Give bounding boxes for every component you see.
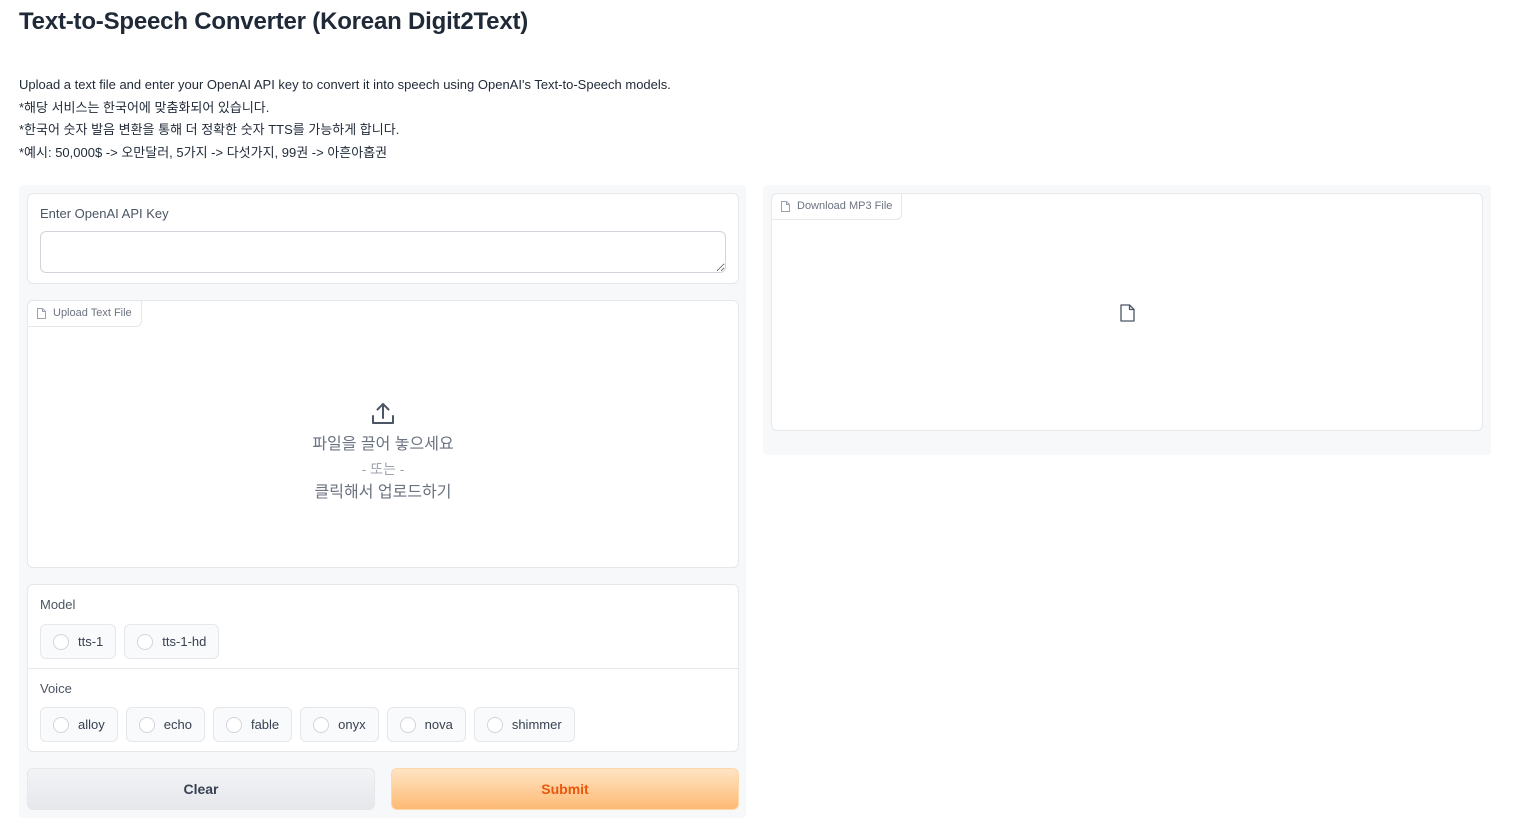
submit-button[interactable]: Submit bbox=[391, 768, 739, 810]
upload-or-text: - 또는 - bbox=[361, 461, 405, 477]
voice-option-fable[interactable]: fable bbox=[212, 707, 293, 742]
description-line: Upload a text file and enter your OpenAI… bbox=[19, 77, 671, 92]
upload-drop-text: 파일을 끌어 놓으세요 bbox=[312, 436, 454, 453]
input-panel: Enter OpenAI API Key Upload Text File 파일… bbox=[19, 185, 746, 818]
download-tab-label: Download MP3 File bbox=[797, 200, 893, 212]
model-radio-group: tts-1 tts-1-hd bbox=[40, 624, 220, 659]
radio-label: echo bbox=[163, 717, 192, 732]
page-title: Text-to-Speech Converter (Korean Digit2T… bbox=[19, 8, 529, 35]
model-option-tts-1-hd[interactable]: tts-1-hd bbox=[124, 624, 220, 659]
description: Upload a text file and enter your OpenAI… bbox=[19, 74, 671, 164]
radio-button[interactable] bbox=[137, 633, 154, 650]
divider bbox=[28, 668, 738, 669]
voice-radio-group: alloy echo fable onyx nova shimmer bbox=[40, 707, 575, 742]
upload-instructions: 파일을 끌어 놓으세요 - 또는 - 클릭해서 업로드하기 bbox=[28, 401, 738, 505]
voice-label: Voice bbox=[40, 681, 72, 696]
model-label: Model bbox=[40, 597, 76, 612]
radio-button[interactable] bbox=[53, 716, 69, 733]
description-line: *한국어 숫자 발음 변환을 통해 더 정확한 숫자 TTS를 가능하게 합니다… bbox=[19, 122, 400, 137]
voice-option-echo[interactable]: echo bbox=[125, 707, 205, 742]
voice-option-onyx[interactable]: onyx bbox=[300, 707, 379, 742]
file-icon bbox=[37, 308, 46, 319]
radio-button[interactable] bbox=[53, 633, 69, 650]
description-line: *해당 서비스는 한국어에 맞춤화되어 있습니다. bbox=[19, 99, 270, 115]
voice-option-shimmer[interactable]: shimmer bbox=[473, 707, 575, 742]
voice-option-nova[interactable]: nova bbox=[386, 707, 466, 742]
radio-label: tts-1 bbox=[78, 634, 104, 649]
voice-option-alloy[interactable]: alloy bbox=[40, 707, 118, 742]
file-icon bbox=[781, 201, 790, 212]
radio-label: tts-1-hd bbox=[162, 634, 207, 649]
radio-label: alloy bbox=[78, 717, 105, 732]
upload-tab: Upload Text File bbox=[27, 300, 142, 327]
radio-button[interactable] bbox=[313, 716, 330, 733]
file-icon bbox=[1120, 304, 1135, 322]
download-block: Download MP3 File bbox=[771, 193, 1483, 431]
radio-label: nova bbox=[424, 717, 453, 732]
download-tab: Download MP3 File bbox=[771, 193, 903, 220]
model-option-tts-1[interactable]: tts-1 bbox=[40, 624, 117, 659]
radio-button[interactable] bbox=[225, 716, 242, 733]
radio-label: onyx bbox=[338, 717, 366, 732]
api-key-block: Enter OpenAI API Key bbox=[27, 193, 739, 284]
upload-click-text: 클릭해서 업로드하기 bbox=[314, 484, 452, 501]
radio-label: fable bbox=[250, 717, 280, 732]
output-panel: Download MP3 File bbox=[763, 185, 1491, 455]
radio-button[interactable] bbox=[138, 716, 155, 733]
upload-dropzone[interactable]: Upload Text File 파일을 끌어 놓으세요 - 또는 - 클릭해서… bbox=[27, 300, 739, 568]
radio-button[interactable] bbox=[399, 716, 416, 733]
description-line: *예시: 50,000$ -> 오만달러, 5가지 -> 다섯가지, 99권 -… bbox=[19, 144, 388, 160]
radio-label: shimmer bbox=[511, 717, 562, 732]
upload-tab-label: Upload Text File bbox=[53, 307, 132, 319]
upload-icon bbox=[372, 403, 394, 424]
radio-button[interactable] bbox=[486, 716, 503, 733]
api-key-input[interactable] bbox=[40, 231, 726, 273]
api-key-label: Enter OpenAI API Key bbox=[40, 206, 169, 221]
clear-button[interactable]: Clear bbox=[27, 768, 375, 810]
options-block: Model tts-1 tts-1-hd Voice alloy echo fa… bbox=[27, 584, 739, 752]
